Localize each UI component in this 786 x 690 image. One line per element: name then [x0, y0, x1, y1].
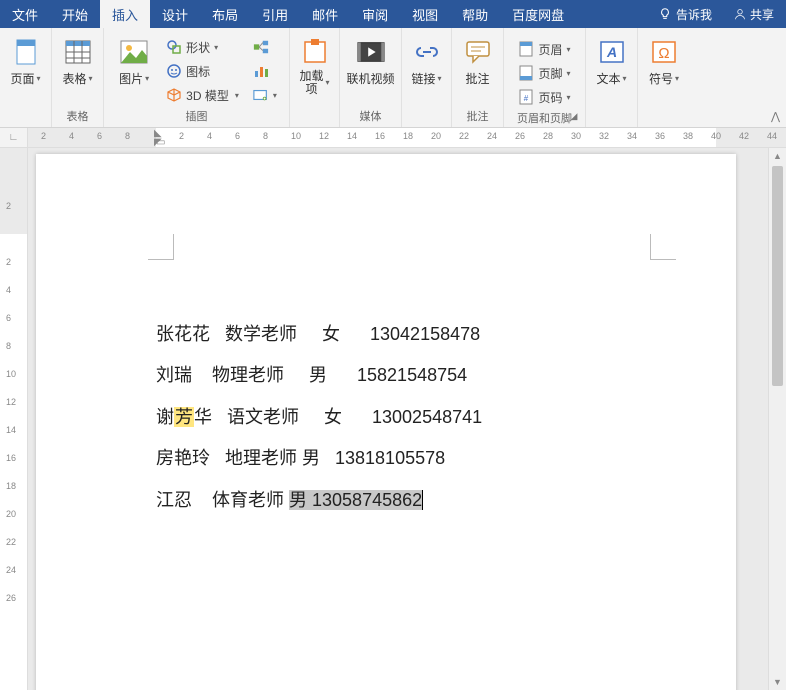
table-button[interactable]: 表格▾	[56, 32, 100, 87]
ruler-horizontal[interactable]: 8642246810121416182022242628303234363840…	[28, 128, 786, 147]
doc-line[interactable]: 江忍 体育老师 男 13058745862	[156, 480, 646, 521]
smartart-button[interactable]	[249, 36, 281, 58]
scroll-up-button[interactable]: ▲	[769, 148, 786, 164]
chart-icon	[253, 63, 269, 79]
svg-text:A: A	[605, 44, 616, 60]
tab-home[interactable]: 开始	[50, 0, 100, 28]
doc-line[interactable]: 刘瑞 物理老师 男 15821548754	[156, 355, 646, 396]
comment-icon	[464, 38, 492, 66]
workspace: 22468101214161820222426 张花花 数学老师 女 13042…	[0, 148, 786, 690]
document-canvas[interactable]: 张花花 数学老师 女 13042158478刘瑞 物理老师 男 15821548…	[28, 148, 768, 690]
tab-review[interactable]: 审阅	[350, 0, 400, 28]
tab-references[interactable]: 引用	[250, 0, 300, 28]
textbox-button[interactable]: A 文本▾	[590, 32, 634, 87]
tell-me-label: 告诉我	[676, 6, 712, 23]
table-icon	[64, 38, 92, 66]
link-icon	[413, 38, 441, 66]
doc-line[interactable]: 房艳玲 地理老师 男 13818105578	[156, 438, 646, 479]
group-symbols: Ω 符号▾	[638, 28, 690, 127]
doc-line[interactable]: 张花花 数学老师 女 13042158478	[156, 314, 646, 355]
tell-me-button[interactable]: 告诉我	[648, 0, 722, 28]
vertical-scrollbar[interactable]: ▲ ▼	[768, 148, 786, 690]
ruler-corner: ∟	[0, 128, 28, 147]
footer-button[interactable]: 页脚▾	[514, 62, 574, 84]
header-icon	[518, 41, 534, 57]
margin-corner-tr	[650, 234, 676, 260]
smartart-icon	[253, 39, 269, 55]
omega-icon: Ω	[650, 38, 678, 66]
scroll-thumb[interactable]	[772, 166, 783, 386]
pagenum-icon: #	[518, 89, 534, 105]
margin-corner-tl	[148, 234, 174, 260]
shapes-icon	[166, 39, 182, 55]
addins-button[interactable]: 加载 项▾	[293, 32, 337, 96]
group-text: A 文本▾	[586, 28, 638, 127]
group-tables: 表格▾ 表格	[52, 28, 104, 127]
group-illustrations: 图片▾ 形状▾ 图标 3D 模型▾	[104, 28, 290, 127]
indent-marker[interactable]: ▭	[156, 137, 165, 147]
lightbulb-icon	[658, 7, 672, 21]
tab-layout[interactable]: 布局	[200, 0, 250, 28]
tab-design[interactable]: 设计	[150, 0, 200, 28]
tab-file[interactable]: 文件	[0, 0, 50, 28]
group-comments: 批注 批注	[452, 28, 504, 127]
ruler-horizontal-row: ∟ 86422468101214161820222426283032343638…	[0, 128, 786, 148]
footer-icon	[518, 65, 534, 81]
tab-mailings[interactable]: 邮件	[300, 0, 350, 28]
tab-view[interactable]: 视图	[400, 0, 450, 28]
tab-insert[interactable]: 插入	[100, 0, 150, 28]
page-icon	[12, 38, 40, 66]
video-icon	[357, 38, 385, 66]
page[interactable]: 张花花 数学老师 女 13042158478刘瑞 物理老师 男 15821548…	[36, 154, 736, 690]
cube-icon	[166, 87, 182, 103]
symbol-button[interactable]: Ω 符号▾	[642, 32, 686, 87]
shapes-button[interactable]: 形状▾	[162, 36, 243, 58]
icons-button[interactable]: 图标	[162, 60, 243, 82]
textbox-icon: A	[598, 38, 626, 66]
3d-models-button[interactable]: 3D 模型▾	[162, 84, 243, 106]
tab-help[interactable]: 帮助	[450, 0, 500, 28]
comment-button[interactable]: 批注	[456, 32, 500, 87]
scroll-down-button[interactable]: ▼	[769, 674, 786, 690]
sticker-icon	[166, 63, 182, 79]
group-pages: 页面▾	[0, 28, 52, 127]
cover-page-button[interactable]: 页面▾	[4, 32, 48, 87]
document-content[interactable]: 张花花 数学老师 女 13042158478刘瑞 物理老师 男 15821548…	[156, 314, 646, 521]
svg-text:Ω: Ω	[658, 45, 669, 62]
online-video-button[interactable]: 联机视频	[344, 32, 398, 87]
svg-text:#: #	[524, 94, 529, 103]
menu-bar: 文件 开始 插入 设计 布局 引用 邮件 审阅 视图 帮助 百度网盘 告诉我 共…	[0, 0, 786, 28]
share-button[interactable]: 共享	[722, 0, 786, 28]
screenshot-button[interactable]: ▾	[249, 84, 281, 106]
ribbon: 页面▾ 表格▾ 表格 图片▾	[0, 28, 786, 128]
chart-button[interactable]	[249, 60, 281, 82]
group-header-footer: 页眉▾ 页脚▾ # 页码▾ 页眉和页脚 ◢	[504, 28, 586, 127]
screenshot-icon	[253, 87, 269, 103]
group-media: 联机视频 媒体	[340, 28, 402, 127]
addin-icon	[301, 38, 329, 66]
link-button[interactable]: 链接▾	[405, 32, 449, 87]
group-addins: 加载 项▾	[290, 28, 340, 127]
header-button[interactable]: 页眉▾	[514, 38, 574, 60]
header-footer-launcher[interactable]: ◢	[567, 109, 581, 123]
picture-button[interactable]: 图片▾	[112, 32, 156, 87]
tab-baidu[interactable]: 百度网盘	[500, 0, 576, 28]
doc-line[interactable]: 谢芳华 语文老师 女 13002548741	[156, 397, 646, 438]
page-number-button[interactable]: # 页码▾	[514, 86, 574, 108]
ruler-vertical[interactable]: 22468101214161820222426	[0, 148, 28, 690]
picture-icon	[120, 38, 148, 66]
collapse-ribbon-button[interactable]: ⋀	[771, 110, 780, 123]
person-icon	[734, 8, 746, 20]
group-links: 链接▾	[402, 28, 452, 127]
share-label: 共享	[750, 6, 774, 23]
